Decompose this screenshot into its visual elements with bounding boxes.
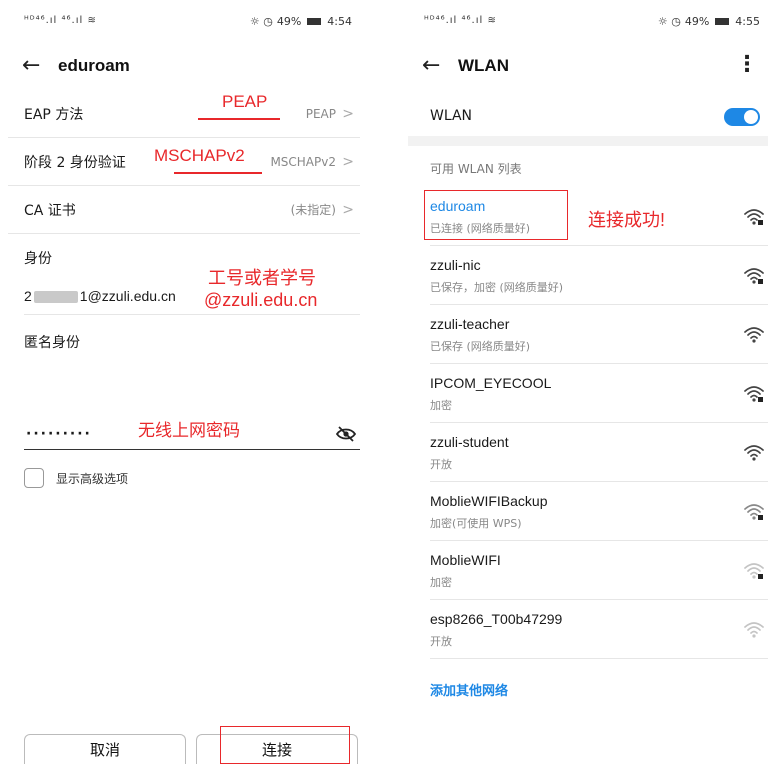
battery-percent: 49% (684, 15, 710, 28)
ca-cert-value: (未指定) (290, 203, 336, 217)
network-row[interactable]: MoblieWIFI 加密 (430, 542, 768, 600)
page-title: WLAN (458, 56, 509, 75)
status-right: ☼ ◷ 49% 4:55 (658, 15, 760, 28)
network-name: MoblieWIFIBackup (430, 493, 548, 509)
network-status: 加密 (430, 576, 452, 589)
network-status: 开放 (430, 635, 452, 648)
network-status: 加密(可使用 WPS) (430, 517, 522, 530)
identity-label: 身份 (24, 251, 52, 267)
alarm-icons: ☼ ◷ (249, 15, 273, 28)
annotation-underline (174, 172, 262, 174)
clock: 4:54 (327, 15, 352, 28)
app-header: ← WLAN ⋮ (408, 44, 768, 88)
annotation-peap: PEAP (222, 92, 268, 111)
network-name: zzuli-student (430, 434, 509, 450)
status-bar: ᴴᴰ⁴⁶.ıl ⁴⁶.ıl ≋ ☼ ◷ 49% 4:55 (408, 10, 768, 36)
more-vertical-icon[interactable]: ⋮ (736, 52, 758, 77)
clock: 4:55 (735, 15, 760, 28)
eye-slash-icon[interactable] (336, 426, 356, 442)
annotation-password-hint: 无线上网密码 (138, 421, 240, 440)
network-row[interactable]: IPCOM_EYECOOL 加密 (430, 365, 768, 423)
chevron-right-icon: > (342, 105, 354, 122)
network-row[interactable]: MoblieWIFIBackup 加密(可使用 WPS) (430, 483, 768, 541)
chevron-right-icon: > (342, 153, 354, 170)
signal-indicators: ᴴᴰ⁴⁶.ıl ⁴⁶.ıl ≋ (24, 15, 97, 26)
password-value: ········· (26, 426, 92, 442)
anonymous-identity-field[interactable]: 匿名身份 (24, 332, 80, 352)
app-header: ← eduroam (8, 44, 360, 88)
wifi-icon (744, 327, 764, 343)
annotation-success: 连接成功! (588, 210, 666, 230)
available-networks-title: 可用 WLAN 列表 (430, 162, 522, 176)
identity-underline (24, 314, 360, 315)
wifi-locked-icon (744, 504, 764, 520)
network-row[interactable]: zzuli-teacher 已保存 (网络质量好) (430, 306, 768, 364)
advanced-options-row[interactable]: 显示高级选项 (24, 468, 128, 488)
phase2-auth-value: MSCHAPv2 (270, 154, 336, 169)
eap-method-label: EAP 方法 (24, 106, 84, 123)
network-status: 加密 (430, 399, 452, 412)
chevron-right-icon: > (342, 201, 354, 218)
signal-indicators: ᴴᴰ⁴⁶.ıl ⁴⁶.ıl ≋ (424, 15, 497, 26)
annotation-eduroam-box (424, 190, 568, 240)
network-name: MoblieWIFI (430, 552, 501, 568)
ca-cert-row[interactable]: CA 证书 (未指定) > (8, 186, 360, 234)
status-right: ☼ ◷ 49% 4:54 (250, 15, 352, 28)
annotation-id-domain: @zzuli.edu.cn (204, 290, 318, 310)
network-name: esp8266_T00b47299 (430, 611, 563, 627)
battery-percent: 49% (276, 15, 302, 28)
wifi-icon (744, 622, 764, 638)
wifi-locked-icon (744, 268, 764, 284)
network-status: 已保存 (网络质量好) (430, 340, 531, 353)
wifi-locked-icon (744, 209, 764, 225)
wifi-locked-icon (744, 386, 764, 402)
annotation-underline (198, 118, 280, 120)
ca-cert-label: CA 证书 (24, 202, 76, 219)
cancel-button[interactable]: 取消 (24, 734, 186, 764)
identity-prefix: 2 (24, 288, 32, 304)
eap-method-row[interactable]: EAP 方法 PEAP > (8, 90, 360, 138)
network-name: IPCOM_EYECOOL (430, 375, 552, 391)
wifi-icon (744, 445, 764, 461)
advanced-options-checkbox[interactable] (24, 468, 44, 488)
network-status: 已保存，加密 (网络质量好) (430, 281, 564, 294)
network-row[interactable]: zzuli-student 开放 (430, 424, 768, 482)
network-row[interactable]: esp8266_T00b47299 开放 (430, 601, 768, 659)
eap-method-value: PEAP (305, 106, 336, 121)
wlan-toggle-row: WLAN (408, 96, 768, 136)
redacted-block (33, 291, 78, 304)
status-bar: ᴴᴰ⁴⁶.ıl ⁴⁶.ıl ≋ ☼ ◷ 49% 4:54 (8, 10, 360, 36)
alarm-icons: ☼ ◷ (657, 15, 681, 28)
toggle-knob (744, 110, 758, 124)
network-row[interactable]: zzuli-nic 已保存，加密 (网络质量好) (430, 247, 768, 305)
add-other-network-link[interactable]: 添加其他网络 (430, 680, 508, 699)
annotation-id-hint: 工号或者学号 (208, 268, 316, 288)
network-status: 开放 (430, 458, 452, 471)
battery-icon (715, 18, 730, 25)
right-screen: ᴴᴰ⁴⁶.ıl ⁴⁶.ıl ≋ ☼ ◷ 49% 4:55 ← WLAN ⋮ WL… (408, 0, 768, 764)
wlan-label: WLAN (430, 108, 473, 124)
battery-icon (307, 18, 322, 25)
phase2-auth-label: 阶段 2 身份验证 (24, 154, 126, 171)
identity-suffix: 1@zzuli.edu.cn (79, 288, 176, 304)
back-arrow-icon[interactable]: ← (22, 55, 58, 77)
wifi-locked-icon (744, 563, 764, 579)
wlan-toggle[interactable] (724, 108, 760, 126)
annotation-mschap: MSCHAPv2 (154, 146, 245, 165)
back-arrow-icon[interactable]: ← (422, 55, 458, 77)
section-divider (408, 136, 768, 146)
network-name: zzuli-teacher (430, 316, 510, 332)
advanced-options-label: 显示高级选项 (56, 471, 129, 486)
page-title: eduroam (58, 56, 130, 75)
identity-field[interactable]: 2 1@zzuli.edu.cn (24, 288, 176, 304)
annotation-connect-box (220, 726, 350, 764)
left-screen: ᴴᴰ⁴⁶.ıl ⁴⁶.ıl ≋ ☼ ◷ 49% 4:54 ← eduroam E… (8, 0, 360, 764)
network-name: zzuli-nic (430, 257, 481, 273)
